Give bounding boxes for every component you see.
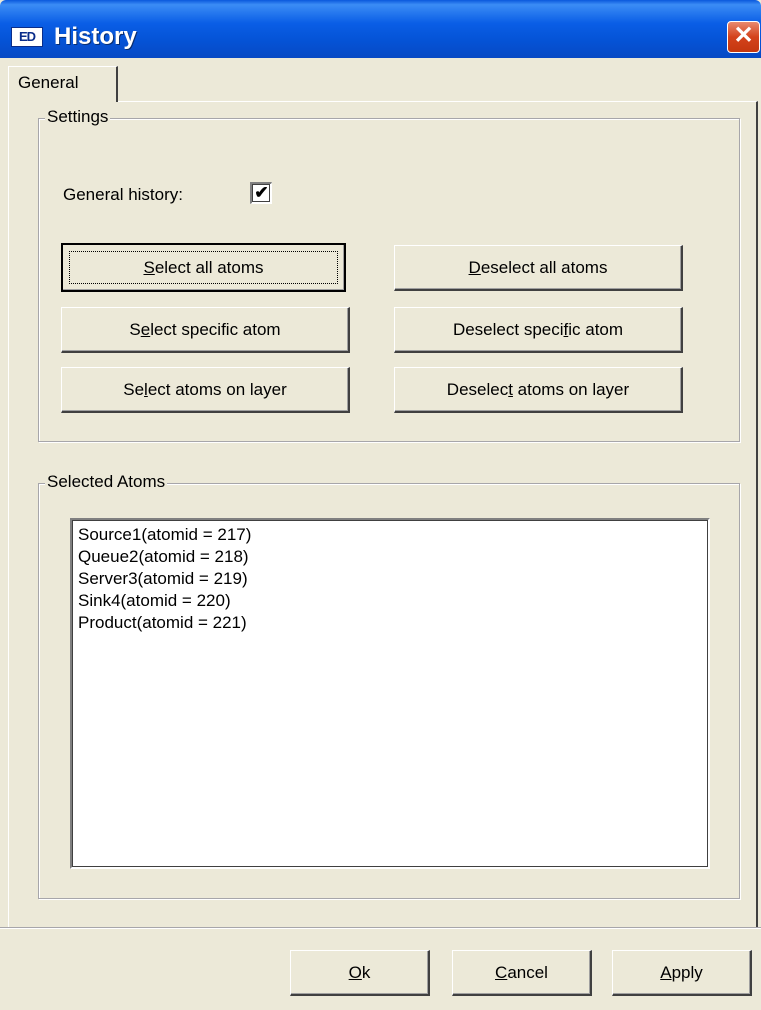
- apply-button[interactable]: Apply: [612, 950, 752, 996]
- list-item[interactable]: Product(atomid = 221): [78, 612, 702, 634]
- select-specific-atom-button[interactable]: Select specific atom: [61, 307, 350, 353]
- select-atoms-on-layer-button[interactable]: Select atoms on layer: [61, 367, 350, 413]
- ok-button[interactable]: Ok: [290, 950, 430, 996]
- selected-atoms-legend: Selected Atoms: [45, 472, 168, 492]
- footer-divider: [0, 927, 761, 929]
- focus-rect: [69, 251, 338, 284]
- cancel-button[interactable]: Cancel: [452, 950, 592, 996]
- check-mark-icon: ✔: [254, 183, 269, 202]
- list-item[interactable]: Server3(atomid = 219): [78, 568, 702, 590]
- deselect-specific-atom-button[interactable]: Deselect specific atom: [394, 307, 683, 353]
- deselect-all-atoms-button[interactable]: Deselect all atoms: [394, 245, 683, 291]
- close-button[interactable]: ✕: [727, 21, 760, 53]
- selected-atoms-list[interactable]: Source1(atomid = 217) Queue2(atomid = 21…: [70, 518, 710, 869]
- list-item[interactable]: Queue2(atomid = 218): [78, 546, 702, 568]
- close-icon: ✕: [733, 22, 754, 49]
- select-all-atoms-button[interactable]: Select all atoms: [61, 243, 346, 292]
- general-history-checkbox[interactable]: ✔: [250, 182, 272, 204]
- window-title: History: [54, 23, 137, 50]
- general-history-label: General history:: [63, 185, 183, 204]
- title-bar[interactable]: ED History ✕: [0, 0, 761, 58]
- app-icon: ED: [11, 27, 43, 47]
- tab-general[interactable]: General: [8, 66, 118, 102]
- settings-legend: Settings: [45, 107, 111, 127]
- list-item[interactable]: Sink4(atomid = 220): [78, 590, 702, 612]
- list-item[interactable]: Source1(atomid = 217): [78, 524, 702, 546]
- deselect-atoms-on-layer-button[interactable]: Deselect atoms on layer: [394, 367, 683, 413]
